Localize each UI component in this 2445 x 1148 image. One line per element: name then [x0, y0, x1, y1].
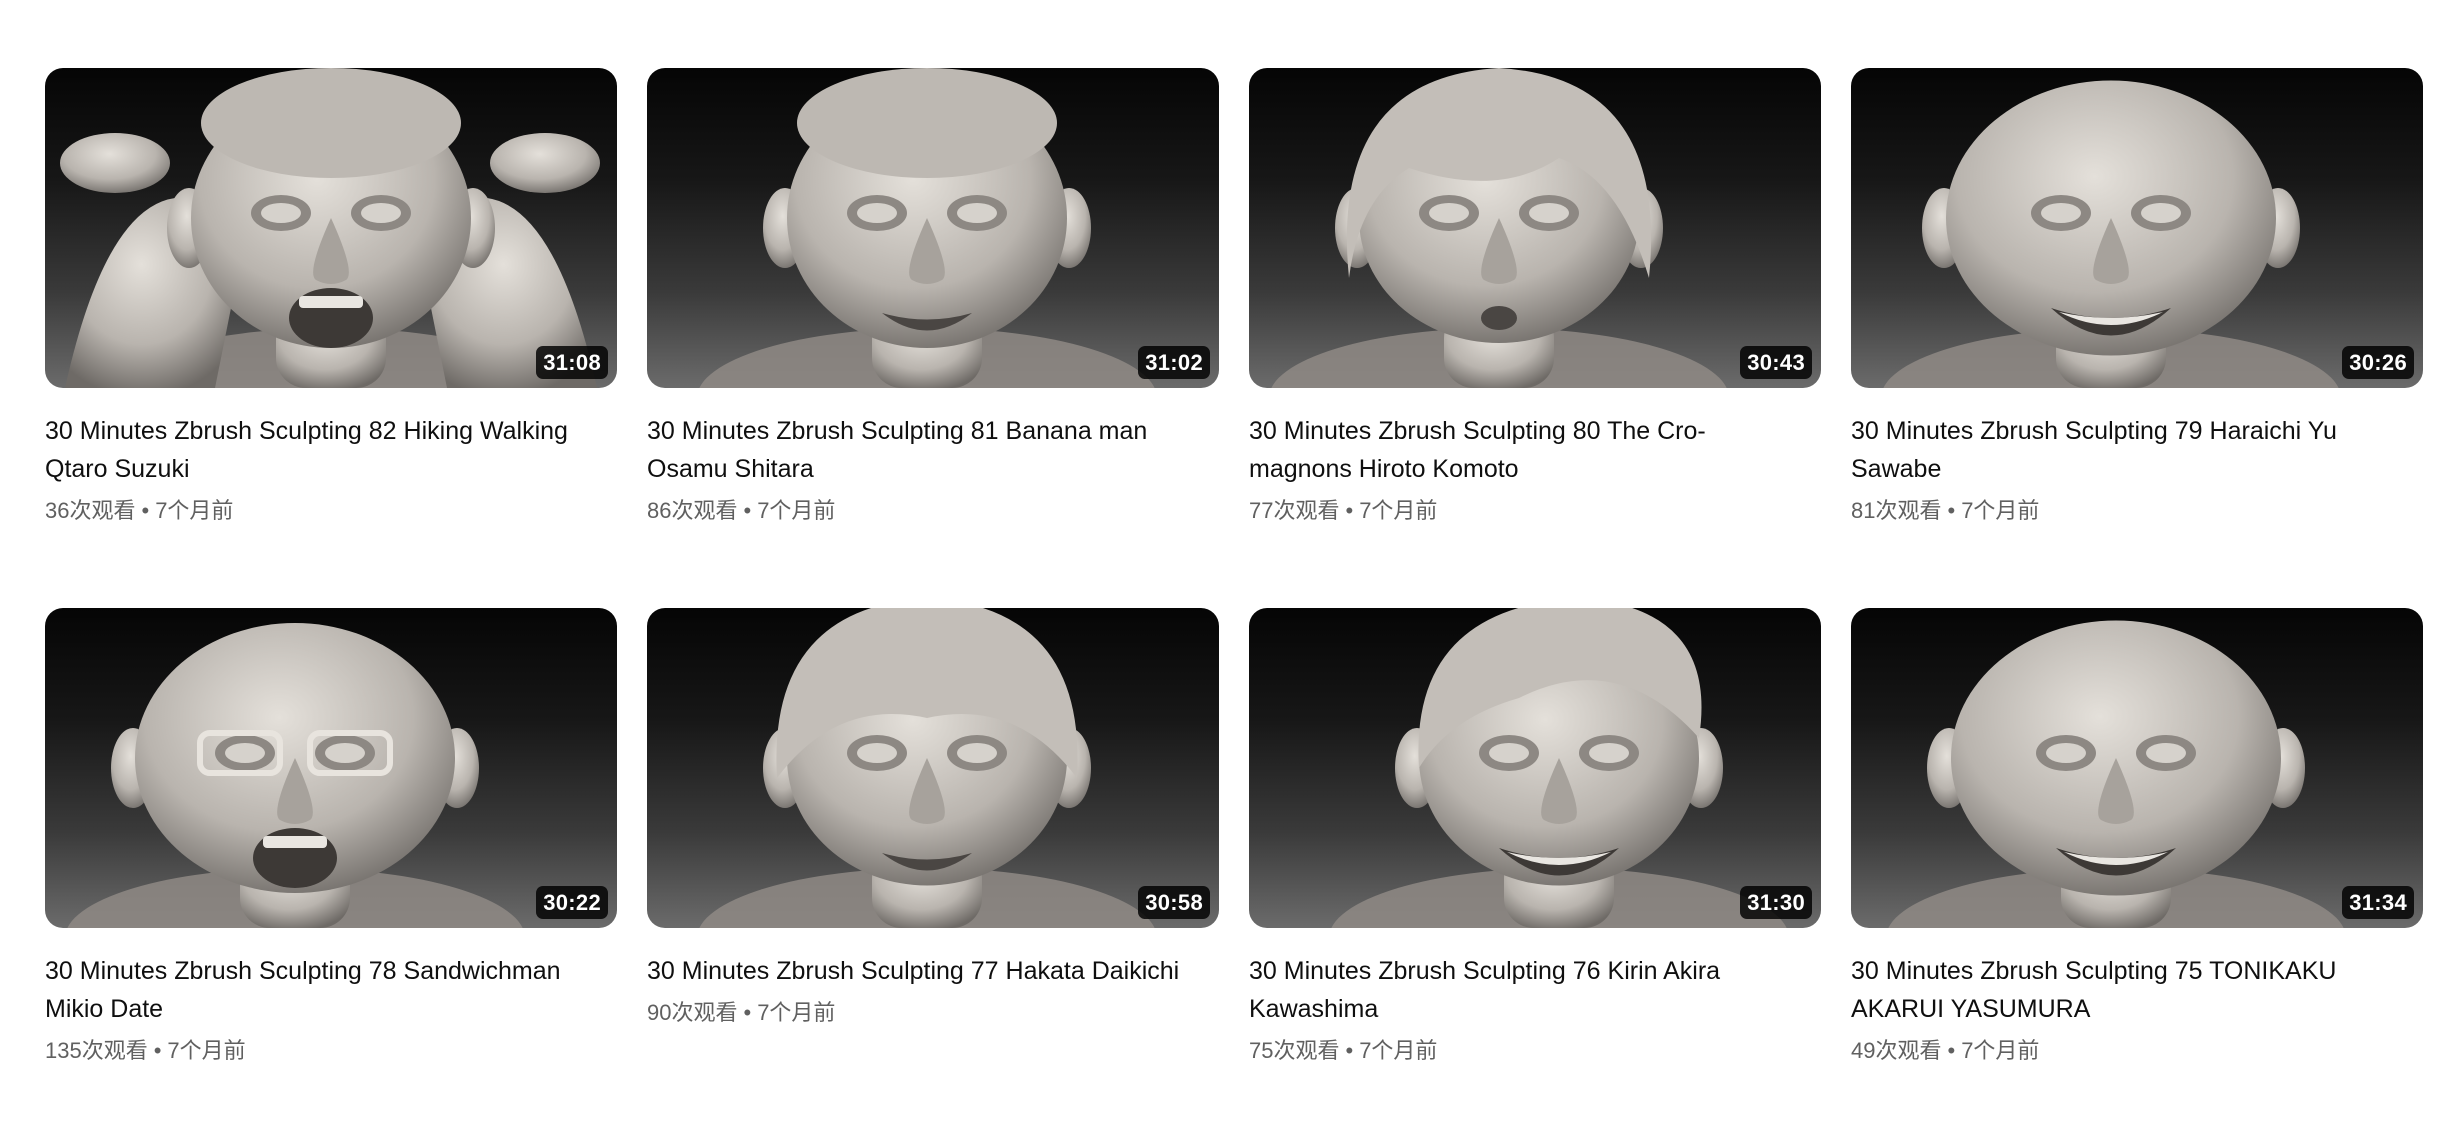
- duration-badge: 31:08: [536, 346, 608, 379]
- sculpted-head-thumbnail-icon: [1271, 68, 1727, 388]
- view-count: 86次观看: [647, 498, 738, 523]
- view-count: 36次观看: [45, 498, 136, 523]
- video-thumbnail[interactable]: 30:26: [1851, 68, 2423, 388]
- video-meta: 30 Minutes Zbrush Sculpting 76 Kirin Aki…: [1249, 928, 1821, 1066]
- video-card[interactable]: 31:08 30 Minutes Zbrush Sculpting 82 Hik…: [45, 68, 617, 608]
- separator-dot: •: [153, 1038, 162, 1063]
- video-stats: 75次观看 • 7个月前: [1249, 1036, 1821, 1066]
- video-thumbnail[interactable]: 31:02: [647, 68, 1219, 388]
- view-count: 77次观看: [1249, 498, 1340, 523]
- video-grid: 31:08 30 Minutes Zbrush Sculpting 82 Hik…: [45, 68, 2423, 1148]
- video-stats: 77次观看 • 7个月前: [1249, 496, 1821, 526]
- sculpted-head-thumbnail-icon: [699, 68, 1155, 388]
- video-meta: 30 Minutes Zbrush Sculpting 82 Hiking Wa…: [45, 388, 617, 526]
- video-meta: 30 Minutes Zbrush Sculpting 77 Hakata Da…: [647, 928, 1219, 1028]
- video-title[interactable]: 30 Minutes Zbrush Sculpting 75 TONIKAKU …: [1851, 952, 2391, 1028]
- duration-badge: 30:22: [536, 886, 608, 919]
- view-count: 135次观看: [45, 1038, 148, 1063]
- video-title[interactable]: 30 Minutes Zbrush Sculpting 82 Hiking Wa…: [45, 412, 585, 488]
- video-card[interactable]: 31:30 30 Minutes Zbrush Sculpting 76 Kir…: [1249, 608, 1821, 1148]
- separator-dot: •: [1947, 1038, 1956, 1063]
- video-stats: 90次观看 • 7个月前: [647, 998, 1219, 1028]
- video-card[interactable]: 30:22 30 Minutes Zbrush Sculpting 78 San…: [45, 608, 617, 1148]
- upload-age: 7个月前: [1359, 1038, 1438, 1063]
- upload-age: 7个月前: [1961, 498, 2040, 523]
- video-meta: 30 Minutes Zbrush Sculpting 75 TONIKAKU …: [1851, 928, 2423, 1066]
- separator-dot: •: [141, 498, 150, 523]
- separator-dot: •: [1345, 498, 1354, 523]
- upload-age: 7个月前: [167, 1038, 246, 1063]
- sculpted-head-thumbnail-icon: [699, 608, 1155, 928]
- duration-badge: 31:30: [1740, 886, 1812, 919]
- video-meta: 30 Minutes Zbrush Sculpting 81 Banana ma…: [647, 388, 1219, 526]
- video-title[interactable]: 30 Minutes Zbrush Sculpting 78 Sandwichm…: [45, 952, 585, 1028]
- video-card[interactable]: 31:34 30 Minutes Zbrush Sculpting 75 TON…: [1851, 608, 2423, 1148]
- video-title[interactable]: 30 Minutes Zbrush Sculpting 80 The Cro-m…: [1249, 412, 1789, 488]
- duration-badge: 31:34: [2342, 886, 2414, 919]
- sculpted-head-thumbnail-icon: [1883, 80, 2339, 388]
- video-title[interactable]: 30 Minutes Zbrush Sculpting 77 Hakata Da…: [647, 952, 1187, 990]
- duration-badge: 30:26: [2342, 346, 2414, 379]
- video-stats: 86次观看 • 7个月前: [647, 496, 1219, 526]
- view-count: 81次观看: [1851, 498, 1942, 523]
- upload-age: 7个月前: [1359, 498, 1438, 523]
- video-title[interactable]: 30 Minutes Zbrush Sculpting 81 Banana ma…: [647, 412, 1187, 488]
- separator-dot: •: [1947, 498, 1956, 523]
- separator-dot: •: [743, 1000, 752, 1025]
- separator-dot: •: [743, 498, 752, 523]
- view-count: 90次观看: [647, 1000, 738, 1025]
- video-thumbnail[interactable]: 30:43: [1249, 68, 1821, 388]
- upload-age: 7个月前: [1961, 1038, 2040, 1063]
- video-meta: 30 Minutes Zbrush Sculpting 80 The Cro-m…: [1249, 388, 1821, 526]
- upload-age: 7个月前: [155, 498, 234, 523]
- sculpted-head-thumbnail-icon: [67, 623, 523, 928]
- sculpted-head-thumbnail-icon: [1888, 620, 2344, 928]
- video-card[interactable]: 30:43 30 Minutes Zbrush Sculpting 80 The…: [1249, 68, 1821, 608]
- video-stats: 49次观看 • 7个月前: [1851, 1036, 2423, 1066]
- video-stats: 135次观看 • 7个月前: [45, 1036, 617, 1066]
- video-thumbnail[interactable]: 30:22: [45, 608, 617, 928]
- video-meta: 30 Minutes Zbrush Sculpting 79 Haraichi …: [1851, 388, 2423, 526]
- video-thumbnail[interactable]: 31:34: [1851, 608, 2423, 928]
- sculpted-head-thumbnail-icon: [60, 68, 600, 388]
- video-title[interactable]: 30 Minutes Zbrush Sculpting 76 Kirin Aki…: [1249, 952, 1789, 1028]
- upload-age: 7个月前: [757, 498, 836, 523]
- video-stats: 81次观看 • 7个月前: [1851, 496, 2423, 526]
- video-thumbnail[interactable]: 31:08: [45, 68, 617, 388]
- duration-badge: 30:58: [1138, 886, 1210, 919]
- video-title[interactable]: 30 Minutes Zbrush Sculpting 79 Haraichi …: [1851, 412, 2391, 488]
- duration-badge: 30:43: [1740, 346, 1812, 379]
- video-card[interactable]: 30:26 30 Minutes Zbrush Sculpting 79 Har…: [1851, 68, 2423, 608]
- view-count: 75次观看: [1249, 1038, 1340, 1063]
- video-thumbnail[interactable]: 31:30: [1249, 608, 1821, 928]
- video-stats: 36次观看 • 7个月前: [45, 496, 617, 526]
- separator-dot: •: [1345, 1038, 1354, 1063]
- sculpted-head-thumbnail-icon: [1331, 608, 1787, 928]
- video-thumbnail[interactable]: 30:58: [647, 608, 1219, 928]
- duration-badge: 31:02: [1138, 346, 1210, 379]
- video-card[interactable]: 31:02 30 Minutes Zbrush Sculpting 81 Ban…: [647, 68, 1219, 608]
- video-card[interactable]: 30:58 30 Minutes Zbrush Sculpting 77 Hak…: [647, 608, 1219, 1148]
- video-meta: 30 Minutes Zbrush Sculpting 78 Sandwichm…: [45, 928, 617, 1066]
- upload-age: 7个月前: [757, 1000, 836, 1025]
- view-count: 49次观看: [1851, 1038, 1942, 1063]
